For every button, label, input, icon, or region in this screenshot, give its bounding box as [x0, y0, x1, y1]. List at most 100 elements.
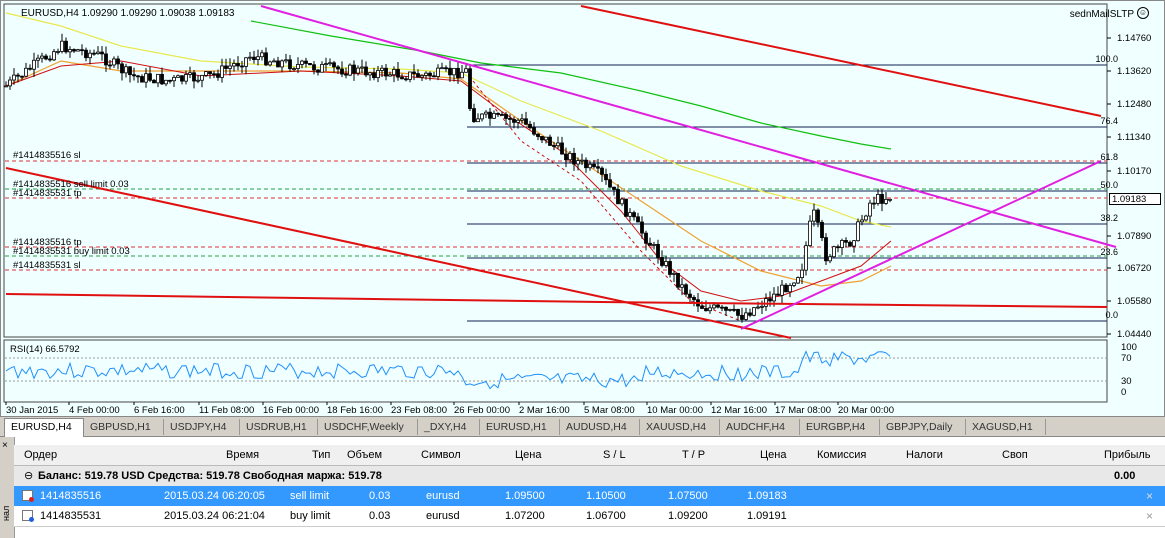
trendline-magenta-up: [740, 160, 1102, 330]
candle-body: [860, 219, 864, 223]
order-type: buy limit: [290, 510, 331, 522]
candle-body: [292, 68, 296, 70]
chart-tab[interactable]: AUDUSD,H4: [560, 419, 640, 435]
close-order-icon[interactable]: ×: [1146, 506, 1153, 526]
chart-tab[interactable]: GBPJPY,Daily: [880, 419, 966, 435]
col-header-type[interactable]: Тип: [312, 449, 330, 461]
candle-body: [328, 62, 332, 65]
candle-body: [316, 69, 320, 73]
close-icon[interactable]: ×: [2, 440, 8, 451]
candle-body: [620, 198, 624, 205]
candle-body: [176, 75, 180, 78]
candle-body: [880, 194, 884, 204]
candle-body: [136, 75, 140, 78]
chart-tab[interactable]: XAGUSD,H1: [966, 419, 1046, 435]
candle-body: [216, 73, 220, 78]
order-row[interactable]: 1414835531 2015.03.24 06:21:04 buy limit…: [14, 506, 1165, 527]
candle-body: [448, 67, 452, 76]
candle-body: [28, 67, 32, 70]
candle-body: [412, 71, 416, 74]
fib-level-label: 76.4: [1100, 116, 1118, 126]
candle-body: [228, 65, 232, 69]
time-tick-label: 16 Feb 00:00: [263, 405, 319, 416]
candle-body: [732, 308, 736, 311]
chart-tab[interactable]: EURUSD,H4: [4, 418, 84, 437]
candle-body: [184, 74, 188, 82]
chart-tab[interactable]: GBPUSD,H1: [84, 419, 164, 435]
collapse-icon[interactable]: ⊖: [24, 466, 33, 486]
candle-body: [552, 145, 556, 147]
candle-body: [720, 306, 724, 309]
col-header-order[interactable]: Ордер: [24, 449, 57, 461]
candle-body: [12, 74, 16, 81]
candle-body: [484, 111, 488, 115]
candle-body: [708, 307, 712, 312]
order-current-price: 1.09191: [747, 510, 787, 522]
candle-body: [640, 221, 644, 234]
candle-body: [644, 232, 648, 244]
candle-body: [516, 119, 520, 123]
candle-body: [244, 57, 248, 67]
candle-body: [684, 284, 688, 295]
candle-body: [56, 51, 60, 53]
candle-body: [112, 58, 116, 66]
col-header-price[interactable]: Цена: [515, 449, 541, 461]
price-chart[interactable]: 100.0 76.4 61.8 50.0 38.2 23.6 0.0 1.14760 1.13…: [1, 1, 1164, 416]
fib-level-label: 100.0: [1095, 54, 1118, 64]
col-header-tp[interactable]: T / P: [682, 449, 705, 461]
col-header-symbol[interactable]: Символ: [421, 449, 461, 461]
candle-body: [356, 67, 360, 74]
candle-body: [40, 55, 44, 59]
time-tick-label: 30 Jan 2015: [6, 405, 58, 416]
candle-body: [432, 75, 436, 78]
candle-body: [580, 159, 584, 162]
col-header-taxes[interactable]: Налоги: [906, 449, 943, 461]
candle-body: [64, 40, 68, 53]
col-header-sl[interactable]: S / L: [603, 449, 626, 461]
candle-body: [364, 66, 368, 76]
candle-body: [680, 284, 684, 288]
candle-body: [744, 312, 748, 320]
order-sl: 1.10500: [586, 490, 626, 502]
candle-body: [812, 209, 816, 222]
chart-tab[interactable]: USDRUB,H1: [240, 419, 318, 435]
candle-body: [180, 75, 184, 82]
col-header-current-price[interactable]: Цена: [760, 449, 786, 461]
chart-tab[interactable]: EURGBP,H4: [800, 419, 880, 435]
candle-body: [572, 152, 576, 165]
candle-body: [524, 118, 528, 125]
order-current-price: 1.09183: [747, 490, 787, 502]
col-header-time[interactable]: Время: [226, 449, 259, 461]
rsi-label: RSI(14) 66.5792: [10, 344, 80, 355]
chart-tab[interactable]: USDJPY,H4: [164, 419, 240, 435]
candle-body: [752, 307, 756, 316]
candle-body: [536, 133, 540, 137]
candle-body: [756, 306, 760, 309]
candle-body: [300, 60, 304, 65]
candle-body: [48, 58, 52, 61]
col-header-commission[interactable]: Комиссия: [817, 449, 866, 461]
chart-tab[interactable]: _DXY,H4: [418, 419, 480, 435]
chart-tab[interactable]: USDCHF,Weekly: [318, 419, 418, 435]
candle-body: [280, 60, 284, 68]
candle-body: [220, 65, 224, 78]
chart-tab[interactable]: EURUSD,H1: [480, 419, 560, 435]
col-header-volume[interactable]: Объем: [347, 449, 382, 461]
candle-body: [804, 245, 808, 271]
candle-body: [188, 72, 192, 75]
candle-body: [864, 215, 868, 221]
fib-level-label: 23.6: [1100, 247, 1118, 257]
col-header-swap[interactable]: Своп: [1002, 449, 1028, 461]
chart-tab[interactable]: AUDCHF,H4: [720, 419, 800, 435]
smiley-icon[interactable]: ☺: [1137, 7, 1149, 19]
close-order-icon[interactable]: ×: [1146, 486, 1153, 506]
chart-tab[interactable]: XAUUSD,H4: [640, 419, 720, 435]
candle-body: [408, 71, 412, 80]
col-header-profit[interactable]: Прибыль: [1104, 449, 1151, 461]
balance-summary: Баланс: 519.78 USD Средства: 519.78 Своб…: [38, 470, 382, 482]
candle-body: [592, 163, 596, 168]
order-row[interactable]: 1414835516 2015.03.24 06:20:05 sell limi…: [14, 486, 1165, 506]
candle-body: [132, 74, 136, 77]
chart-window[interactable]: 100.0 76.4 61.8 50.0 38.2 23.6 0.0 1.14760 1.13…: [0, 0, 1165, 417]
candle-body: [36, 57, 40, 61]
